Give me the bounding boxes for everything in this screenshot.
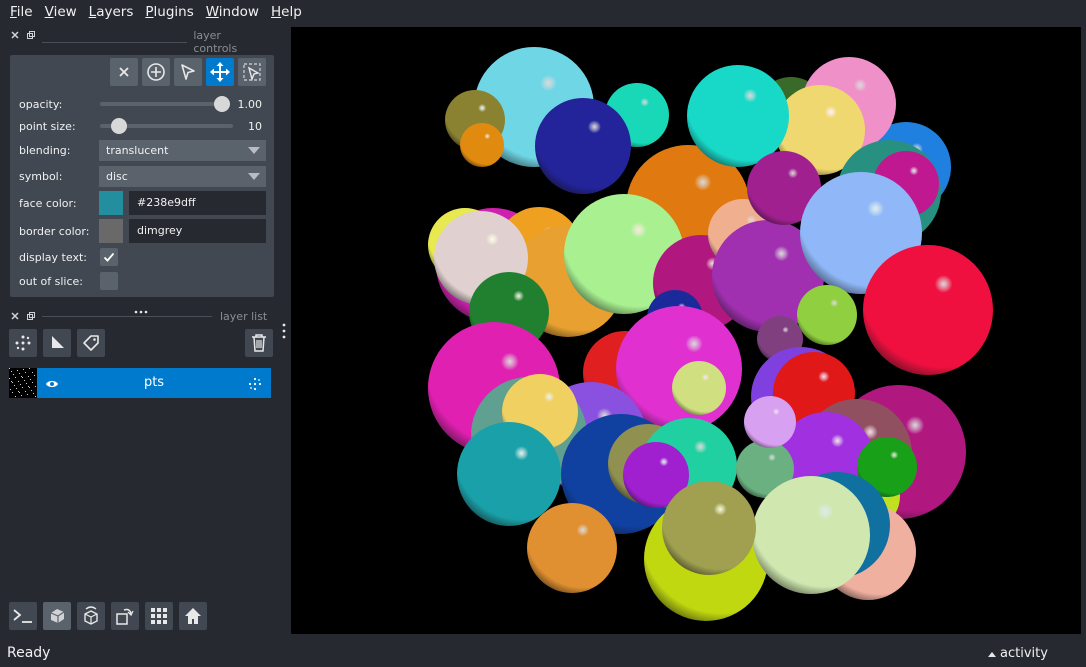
dock-close-icon[interactable] [11,31,19,41]
menu-window[interactable]: Window [200,0,265,24]
display-text-checkbox[interactable] [100,248,118,266]
splitter-handle[interactable] [281,322,287,340]
face-color-label: face color: [19,197,77,210]
sphere [752,476,870,594]
transform-select-icon [243,63,261,82]
dock-resize-handle[interactable] [133,300,149,314]
opacity-label: opacity: [19,98,63,111]
point-size-label: point size: [19,120,76,133]
border-color-label: border color: [19,225,90,238]
activity-button[interactable]: activity [988,646,1048,661]
delete-points-button[interactable] [110,58,138,86]
close-icon [119,67,129,77]
sphere [672,361,726,415]
home-button[interactable] [179,602,207,630]
border-color-swatch[interactable] [99,219,123,243]
out-of-slice-label: out of slice: [19,275,83,288]
opacity-value: 1.00 [237,98,263,111]
grid-view-button[interactable] [145,602,173,630]
menu-help[interactable]: Help [265,0,308,24]
menu-view[interactable]: View [39,0,83,24]
select-points-button[interactable] [174,58,202,86]
blending-label: blending: [19,144,71,157]
checkmark-icon [103,252,115,262]
new-labels-layer-button[interactable] [77,329,105,357]
points-3d-render [428,47,993,621]
sphere [744,396,796,448]
sphere [662,481,756,575]
status-text: Ready [7,645,51,661]
move-arrows-icon [210,62,230,82]
tag-icon [83,335,99,351]
points-layer-type-icon [248,376,262,395]
layer-name: pts [143,375,165,390]
menu-bar: File View Layers Plugins Window Help [0,0,1086,24]
layer-item-pts[interactable]: pts [37,368,271,398]
border-color-field[interactable]: dimgrey [129,219,266,243]
grid-icon [151,608,167,624]
terminal-icon [13,609,32,623]
face-color-field[interactable]: #238e9dff [129,191,266,215]
chevron-up-icon [988,651,996,657]
sphere [457,422,561,526]
ndisplay-toggle-button[interactable] [43,602,71,630]
chevron-down-icon [248,173,260,180]
pointer-icon [181,64,195,80]
sphere [527,503,617,593]
transform-button[interactable] [238,58,266,86]
add-points-button[interactable] [142,58,170,86]
polygon-icon [52,336,64,348]
layer-thumbnail [9,368,37,398]
add-circle-icon [147,63,165,81]
console-button[interactable] [9,602,37,630]
transpose-dims-button[interactable] [111,602,139,630]
opacity-slider[interactable] [100,102,230,106]
face-color-swatch[interactable] [99,191,123,215]
sphere [687,65,789,167]
layer-controls-panel: opacity: 1.00 point size: 10 blending: t… [10,55,274,297]
points-icon [15,335,31,351]
viewer-canvas[interactable] [291,27,1081,634]
menu-layers[interactable]: Layers [83,0,140,24]
dock-float-icon[interactable] [27,31,35,41]
symbol-dropdown[interactable]: disc [99,166,266,187]
trash-icon [252,334,266,352]
point-size-slider-handle[interactable] [111,118,127,134]
cube-3d-icon [50,609,65,623]
new-points-layer-button[interactable] [9,329,37,357]
rotate-cube-icon [84,606,98,625]
blending-dropdown[interactable]: translucent [99,140,266,161]
delete-layer-button[interactable] [245,329,273,357]
new-shapes-layer-button[interactable] [43,329,71,357]
menu-file[interactable]: File [4,0,39,24]
out-of-slice-checkbox[interactable] [100,272,118,290]
dock-float-icon[interactable] [27,312,35,322]
menu-plugins[interactable]: Plugins [139,0,199,24]
layer-list-title: layer list [42,310,268,323]
sphere [460,123,504,167]
status-bar: Ready activity [0,641,1086,667]
dock-close-icon[interactable] [11,312,19,322]
transpose-icon [116,608,134,625]
symbol-label: symbol: [19,170,63,183]
home-icon [185,608,201,624]
sphere [863,245,993,375]
display-text-label: display text: [19,251,87,264]
sphere [535,98,631,194]
pan-zoom-button[interactable] [206,58,234,86]
vertical-dots-icon [282,323,286,339]
chevron-down-icon [248,147,260,154]
sphere [797,285,857,345]
point-size-value: 10 [248,120,262,133]
layer-controls-title: layer controls [42,29,268,55]
roll-dims-button[interactable] [77,602,105,630]
